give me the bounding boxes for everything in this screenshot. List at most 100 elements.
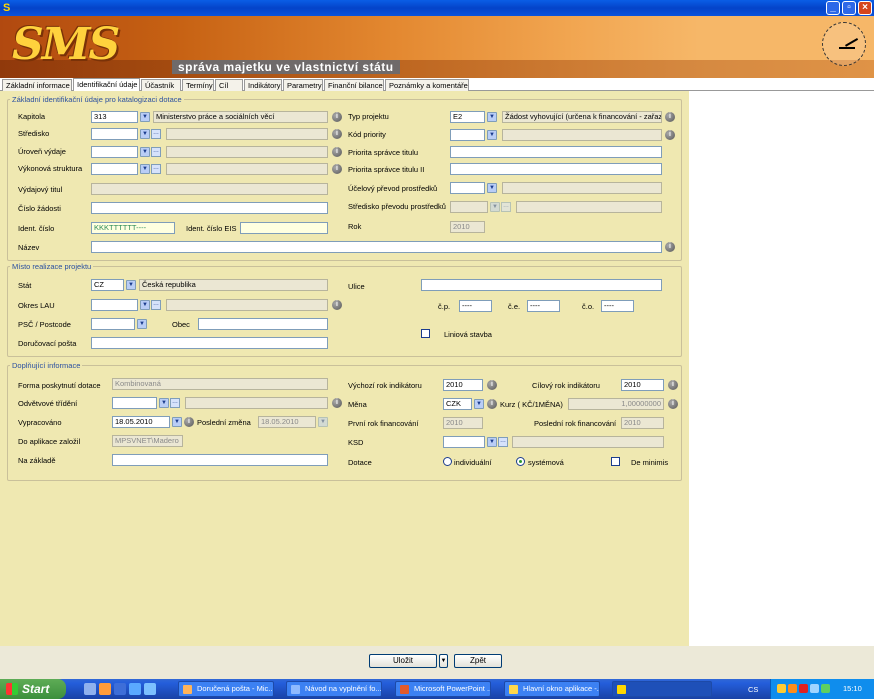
close-button[interactable]: × — [858, 1, 872, 15]
info-icon[interactable]: i — [332, 147, 342, 157]
info-icon[interactable]: i — [668, 399, 678, 409]
typ-dropdown[interactable]: ▼ — [487, 112, 497, 122]
info-icon[interactable]: i — [665, 130, 675, 140]
save-options-dropdown[interactable]: ▼ — [439, 654, 448, 668]
tab-financni-bilance[interactable]: Finanční bilance — [324, 79, 384, 91]
vypracovano-dropdown[interactable]: ▼ — [172, 417, 182, 427]
tab-zakladni[interactable]: Základní informace — [2, 79, 72, 91]
obec-input[interactable] — [198, 318, 328, 330]
liniova-checkbox[interactable] — [421, 329, 430, 338]
browser-icon[interactable] — [144, 683, 156, 695]
task-powerpoint[interactable]: Microsoft PowerPoint ... — [395, 681, 491, 697]
stat-code-input[interactable]: CZ — [91, 279, 124, 291]
ce-input[interactable]: ---- — [527, 300, 560, 312]
odvetvove-input[interactable] — [112, 397, 157, 409]
deminimis-checkbox[interactable] — [611, 457, 620, 466]
ident-input[interactable]: KKKTTTTTT---- — [91, 222, 175, 234]
word-icon[interactable] — [114, 683, 126, 695]
tab-indikatory[interactable]: Indikátory — [244, 79, 282, 91]
vykonova-lookup[interactable]: … — [151, 164, 161, 174]
info-icon[interactable]: i — [668, 380, 678, 390]
info-icon[interactable]: i — [487, 399, 497, 409]
nazev-input[interactable] — [91, 241, 662, 253]
task-navod[interactable]: Návod na vyplnění fo... — [286, 681, 382, 697]
psc-input[interactable] — [91, 318, 135, 330]
vykonova-input[interactable] — [91, 163, 138, 175]
odvetvove-dropdown[interactable]: ▼ — [159, 398, 169, 408]
priorita-input[interactable] — [450, 146, 662, 158]
info-icon[interactable]: i — [184, 417, 194, 427]
zaklad-input[interactable] — [112, 454, 328, 466]
info-icon[interactable]: i — [665, 112, 675, 122]
vychozi-input[interactable]: 2010 — [443, 379, 483, 391]
cilovy-input[interactable]: 2010 — [621, 379, 664, 391]
systemova-radio[interactable] — [516, 457, 525, 466]
ucelovy-input[interactable] — [450, 182, 485, 194]
tray-icon[interactable] — [777, 684, 786, 693]
task-hlavni-okno[interactable]: Hlavní okno aplikace -... — [504, 681, 600, 697]
kapitola-dropdown[interactable]: ▼ — [140, 112, 150, 122]
info-icon[interactable]: i — [332, 300, 342, 310]
cislo-zadosti-input[interactable] — [91, 202, 328, 214]
ulice-input[interactable] — [421, 279, 662, 291]
ucelovy-dropdown[interactable]: ▼ — [487, 183, 497, 193]
ident-eis-input[interactable] — [240, 222, 328, 234]
tab-ucastnik[interactable]: Účastník — [141, 79, 181, 91]
kod-priority-dropdown[interactable]: ▼ — [487, 130, 497, 140]
save-button[interactable]: Uložit — [369, 654, 437, 668]
odvetvove-lookup[interactable]: … — [170, 398, 180, 408]
okres-lookup[interactable]: … — [151, 300, 161, 310]
outlook-icon[interactable] — [99, 683, 111, 695]
info-icon[interactable]: i — [665, 242, 675, 252]
ksd-input[interactable] — [443, 436, 485, 448]
mena-input[interactable]: CZK — [443, 398, 472, 410]
okres-input[interactable] — [91, 299, 138, 311]
cp-input[interactable]: ---- — [459, 300, 492, 312]
vypracovano-input[interactable]: 18.05.2010 — [112, 416, 170, 428]
tab-parametry[interactable]: Parametry — [283, 79, 323, 91]
info-icon[interactable]: i — [332, 112, 342, 122]
stredisko-dropdown[interactable]: ▼ — [140, 129, 150, 139]
tray-icon[interactable] — [821, 684, 830, 693]
info-icon[interactable]: i — [332, 398, 342, 408]
maximize-button[interactable]: ▫ — [842, 1, 856, 15]
uroven-dropdown[interactable]: ▼ — [140, 147, 150, 157]
info-icon[interactable]: i — [332, 129, 342, 139]
uroven-input[interactable] — [91, 146, 138, 158]
tray-icon[interactable] — [799, 684, 808, 693]
individualni-radio[interactable] — [443, 457, 452, 466]
tab-terminy[interactable]: Termíny — [182, 79, 214, 91]
ksd-lookup[interactable]: … — [498, 437, 508, 447]
kapitola-code-input[interactable]: 313 — [91, 111, 138, 123]
ie-icon[interactable] — [129, 683, 141, 695]
minimize-button[interactable]: _ — [826, 1, 840, 15]
stredisko-input[interactable] — [91, 128, 138, 140]
stredisko-lookup[interactable]: … — [151, 129, 161, 139]
show-desktop-icon[interactable] — [84, 683, 96, 695]
tab-cil[interactable]: Cíl — [215, 79, 243, 91]
tray-icon[interactable] — [788, 684, 797, 693]
info-icon[interactable]: i — [487, 380, 497, 390]
tab-identifikacni[interactable]: Identifikační údaje — [73, 78, 140, 91]
tab-poznamky[interactable]: Poznámky a komentáře — [385, 79, 469, 91]
mena-dropdown[interactable]: ▼ — [474, 399, 484, 409]
task-sms-app[interactable] — [612, 681, 712, 697]
info-icon[interactable]: i — [332, 164, 342, 174]
psc-dropdown[interactable]: ▼ — [137, 319, 147, 329]
uroven-lookup[interactable]: … — [151, 147, 161, 157]
vykonova-dropdown[interactable]: ▼ — [140, 164, 150, 174]
posta-input[interactable] — [91, 337, 328, 349]
typ-code-input[interactable]: E2 — [450, 111, 485, 123]
priorita2-input[interactable] — [450, 163, 662, 175]
task-outlook[interactable]: Doručená pošta - Mic... — [178, 681, 274, 697]
language-indicator[interactable]: CS — [748, 685, 758, 694]
tray-icon[interactable] — [810, 684, 819, 693]
kod-priority-input[interactable] — [450, 129, 485, 141]
back-button[interactable]: Zpět — [454, 654, 502, 668]
posledni-fin-label: Poslední rok financování — [534, 419, 617, 428]
ksd-dropdown[interactable]: ▼ — [487, 437, 497, 447]
okres-dropdown[interactable]: ▼ — [140, 300, 150, 310]
start-button[interactable]: Start — [0, 679, 66, 699]
co-input[interactable]: ---- — [601, 300, 634, 312]
stat-dropdown[interactable]: ▼ — [126, 280, 136, 290]
